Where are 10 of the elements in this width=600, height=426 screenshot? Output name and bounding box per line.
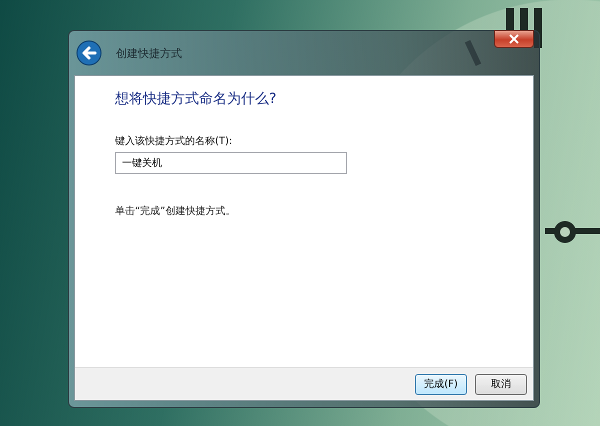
close-icon xyxy=(509,34,519,44)
finish-button[interactable]: 完成(F) xyxy=(415,374,467,394)
name-input-field[interactable]: 一键关机 xyxy=(115,152,347,174)
dialog-heading: 想将快捷方式命名为什么? xyxy=(115,90,278,108)
field-label: 键入该快捷方式的名称(T): xyxy=(115,134,234,148)
instruction-text: 单击“完成”创建快捷方式。 xyxy=(115,204,236,218)
close-button[interactable] xyxy=(494,30,534,48)
window-title: 创建快捷方式 xyxy=(116,46,182,60)
clock-hands-drawing xyxy=(545,221,600,243)
cancel-button[interactable]: 取消 xyxy=(475,374,527,394)
